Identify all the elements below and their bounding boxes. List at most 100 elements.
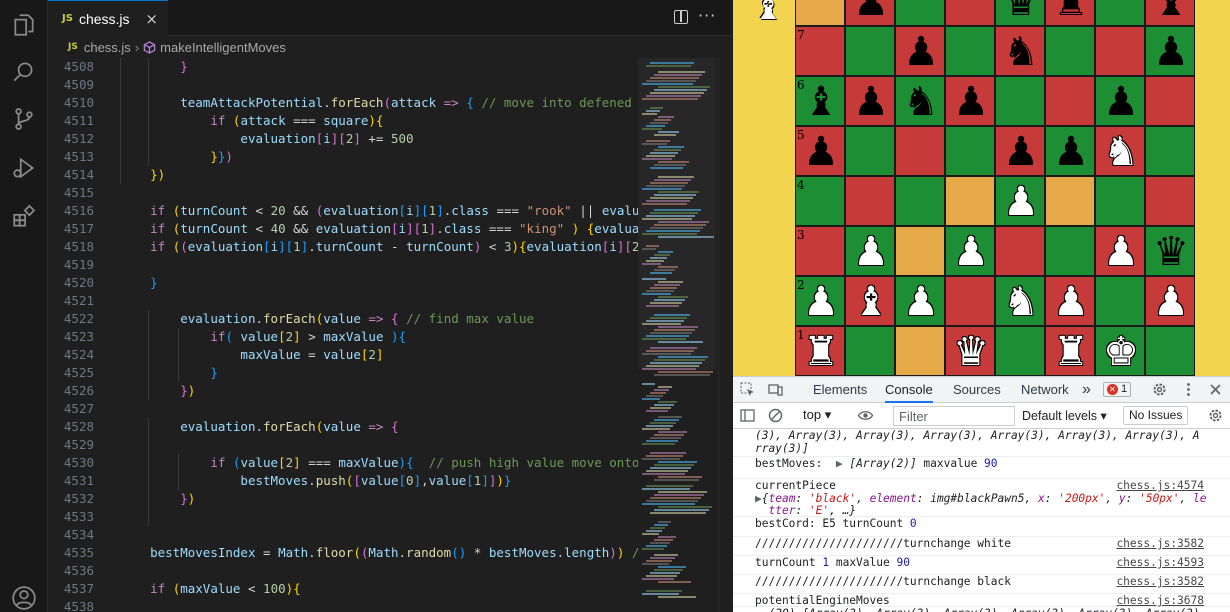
split-editor-icon[interactable]	[674, 10, 688, 24]
tab-elements[interactable]: Elements	[813, 377, 867, 403]
board-square[interactable]: ♟	[845, 226, 895, 276]
board-square[interactable]: ♟	[895, 276, 945, 326]
console-message[interactable]: //////////////////////turnchange white ch…	[733, 537, 1230, 556]
board-square[interactable]: 6 ♝	[795, 76, 845, 126]
extensions-icon[interactable]	[9, 202, 39, 232]
board-square[interactable]: 1 ♜	[795, 326, 845, 376]
code-line[interactable]: 4530 if (value[2] === maxValue){ // push…	[48, 454, 685, 472]
black-piece[interactable]: ♟	[1096, 77, 1146, 127]
code-line[interactable]: 4533	[48, 508, 648, 526]
code-line[interactable]: 4516 if (turnCount < 20 && (evaluation[i…	[48, 202, 692, 220]
board-square[interactable]: ♟	[1145, 276, 1195, 326]
code-line[interactable]: 4521	[48, 292, 648, 310]
code-line[interactable]: 4519	[48, 256, 648, 274]
minimap[interactable]	[638, 58, 716, 612]
white-piece[interactable]: ♟	[846, 227, 896, 277]
console-message[interactable]: (20) [Array(3), Array(3), Array(3), Arra…	[733, 607, 1230, 612]
board-square[interactable]	[1045, 176, 1095, 226]
board-square[interactable]: ♟	[945, 76, 995, 126]
code-line[interactable]: 4513 }})	[48, 148, 648, 166]
black-piece[interactable]: ♟	[896, 27, 946, 77]
inspect-element-icon[interactable]	[739, 381, 756, 398]
black-piece[interactable]: ♟	[846, 0, 896, 27]
white-piece[interactable]: ♟	[946, 227, 996, 277]
console-message[interactable]: potentialEngineMoves chess.js:3678	[733, 594, 1230, 607]
account-icon[interactable]	[9, 583, 39, 612]
console-source-link[interactable]: chess.js:3678	[1116, 594, 1204, 607]
tab-chess-js[interactable]: JS chess.js ×	[48, 0, 168, 36]
board-square[interactable]: 2 ♟	[795, 276, 845, 326]
board-square[interactable]: ♞	[895, 76, 945, 126]
board-square[interactable]: ♟	[995, 176, 1045, 226]
board-square[interactable]	[1095, 276, 1145, 326]
board-square[interactable]: ♟	[1045, 126, 1095, 176]
breadcrumb-symbol[interactable]: makeIntelligentMoves	[160, 40, 286, 55]
black-piece[interactable]: ♛	[1146, 227, 1196, 277]
code-line[interactable]: 4515	[48, 184, 648, 202]
device-toolbar-icon[interactable]	[767, 381, 784, 398]
code-line[interactable]: 4520 }	[48, 274, 648, 292]
board-square[interactable]	[895, 226, 945, 276]
board-square[interactable]: ♞	[995, 276, 1045, 326]
code-line[interactable]: 4532 })	[48, 490, 648, 508]
explorer-icon[interactable]	[9, 10, 39, 40]
board-square[interactable]	[845, 26, 895, 76]
code-line[interactable]: 4534	[48, 526, 648, 544]
white-piece[interactable]: ♟	[896, 277, 946, 327]
board-square[interactable]	[1045, 26, 1095, 76]
board-square[interactable]	[945, 276, 995, 326]
board-square[interactable]	[895, 326, 945, 376]
white-piece[interactable]: ♞	[996, 277, 1046, 327]
code-line[interactable]: 4527	[48, 400, 648, 418]
code-line[interactable]: 4526 })	[48, 382, 648, 400]
code-line[interactable]: 4523 if( value[2] > maxValue ){	[48, 328, 648, 346]
board-square[interactable]	[1145, 126, 1195, 176]
context-select[interactable]: top ▾	[803, 407, 831, 423]
board-square[interactable]: 8	[795, 0, 845, 26]
board-square[interactable]	[845, 176, 895, 226]
console-message[interactable]: currentPiece chess.js:4574	[733, 479, 1230, 492]
issues-button[interactable]: No Issues	[1123, 406, 1189, 425]
board-square[interactable]: 4	[795, 176, 845, 226]
console-filter-input[interactable]	[893, 406, 1015, 426]
board-square[interactable]: ♟	[1095, 226, 1145, 276]
code-line[interactable]: 4518 if ((evaluation[i][1].turnCount - t…	[48, 238, 692, 256]
board-square[interactable]	[1145, 326, 1195, 376]
board-square[interactable]: ♞	[995, 26, 1045, 76]
board-square[interactable]: ♟	[1045, 276, 1095, 326]
console-message[interactable]: //////////////////////turnchange black ch…	[733, 575, 1230, 594]
board-square[interactable]: ♝	[845, 276, 895, 326]
board-square[interactable]	[945, 0, 995, 26]
black-piece[interactable]: ♝	[1146, 0, 1196, 27]
black-piece[interactable]: ♟	[796, 127, 846, 177]
board-square[interactable]	[845, 126, 895, 176]
board-square[interactable]: ♟	[1145, 26, 1195, 76]
run-debug-icon[interactable]	[9, 153, 39, 183]
board-square[interactable]: ♛	[995, 0, 1045, 26]
board-square[interactable]: ♜	[1045, 0, 1095, 26]
board-square[interactable]	[1145, 76, 1195, 126]
console-message[interactable]: tter: 'E', …}	[733, 504, 1230, 517]
code-line[interactable]: 4524 maxValue = value[2]	[48, 346, 648, 364]
code-area[interactable]: 4508 } 4509 4510 teamAttackPotential.forEa…	[48, 58, 692, 612]
board-square[interactable]: ♟	[995, 126, 1045, 176]
board-square[interactable]: ♛	[1145, 226, 1195, 276]
board-square[interactable]	[995, 226, 1045, 276]
board-square[interactable]	[995, 76, 1045, 126]
console-source-link[interactable]: chess.js:3582	[1116, 575, 1204, 588]
white-piece[interactable]: ♜	[796, 327, 846, 376]
close-icon[interactable]: ×	[145, 10, 158, 28]
white-piece[interactable]: ♟	[996, 177, 1046, 227]
code-line[interactable]: 4537 if (maxValue < 100){	[48, 580, 648, 598]
code-line[interactable]: 4511 if (attack === square){	[48, 112, 648, 130]
black-piece[interactable]: ♟	[996, 127, 1046, 177]
search-icon[interactable]	[9, 57, 39, 87]
board-square[interactable]	[895, 176, 945, 226]
white-piece[interactable]: ♛	[946, 327, 996, 376]
black-piece[interactable]: ♛	[996, 0, 1046, 27]
console-message[interactable]: bestMoves: ▶ [Array(2)] maxvalue 90	[733, 457, 1230, 479]
eye-icon[interactable]	[857, 407, 874, 424]
board-square[interactable]: ♜	[1045, 326, 1095, 376]
board-square[interactable]	[1095, 176, 1145, 226]
console-settings-icon[interactable]	[1207, 407, 1224, 424]
